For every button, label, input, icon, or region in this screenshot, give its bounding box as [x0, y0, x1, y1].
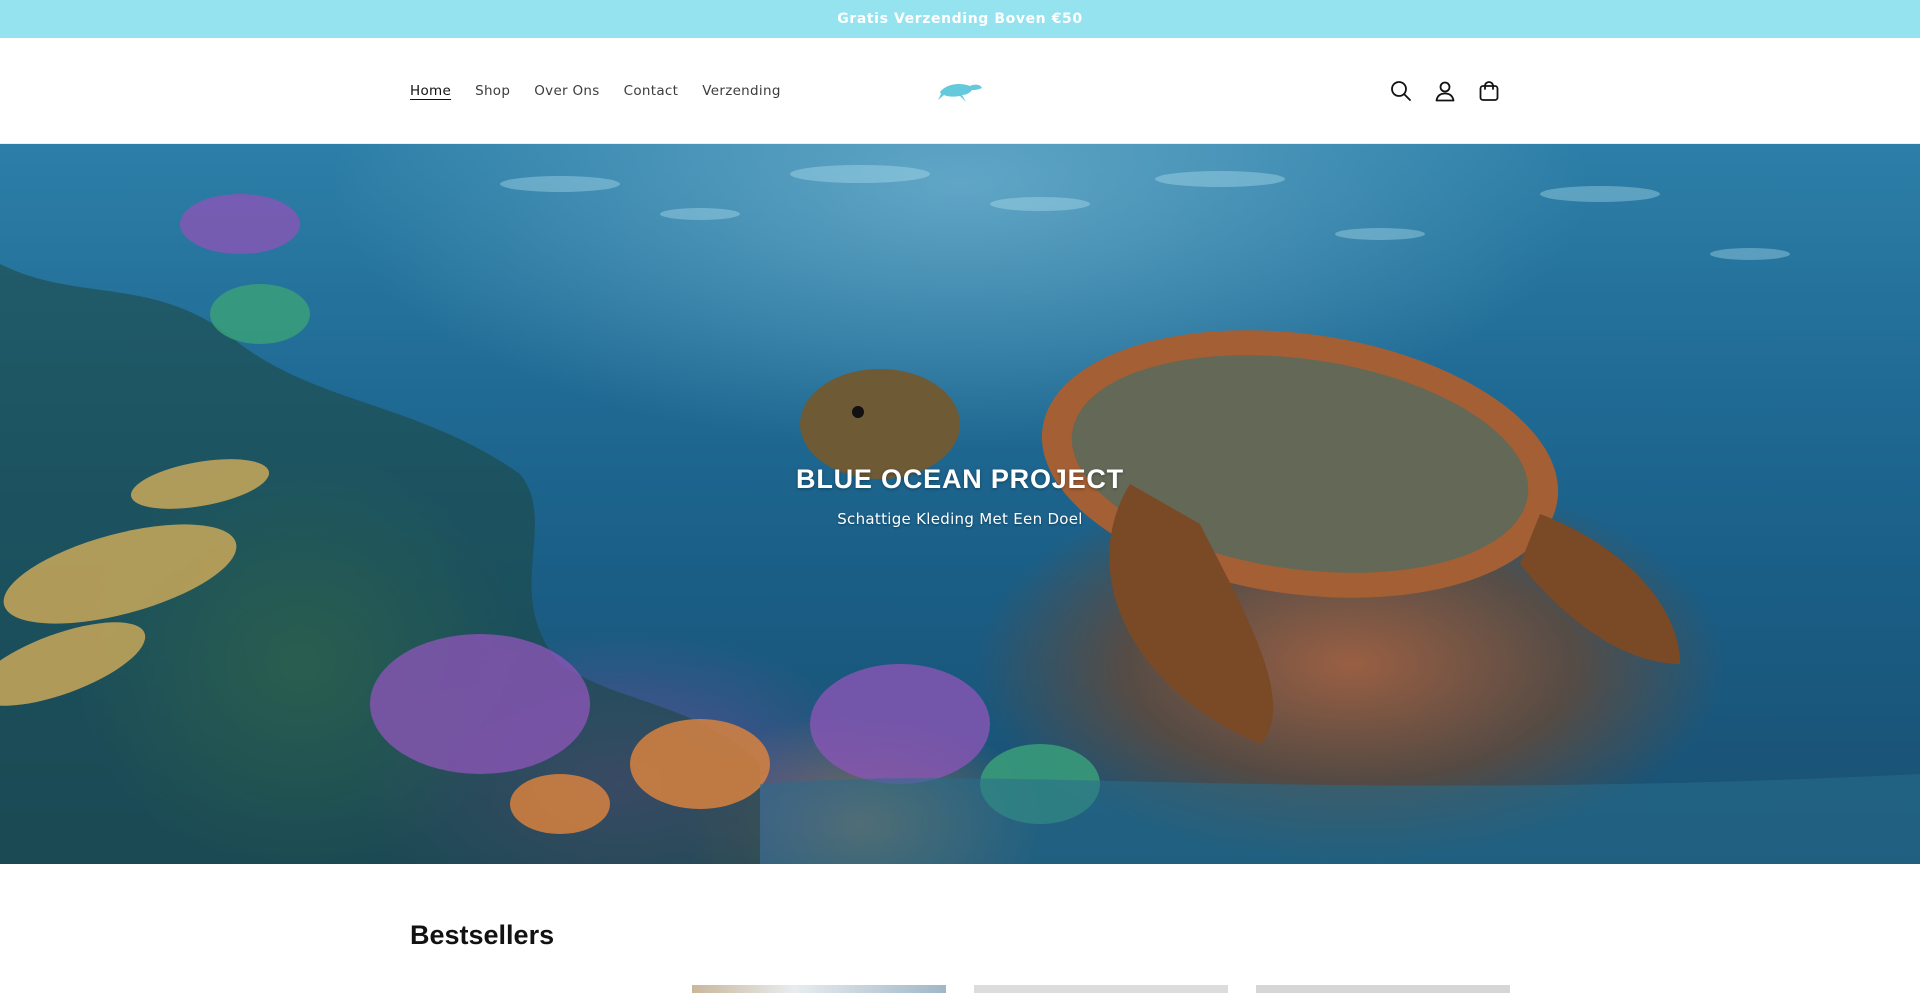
nav-verzending[interactable]: Verzending — [702, 83, 780, 99]
hero-title: BLUE OCEAN PROJECT — [796, 464, 1124, 494]
nav-contact[interactable]: Contact — [624, 83, 679, 99]
nav-home[interactable]: Home — [410, 83, 451, 99]
product-card[interactable] — [692, 985, 946, 993]
product-card[interactable] — [974, 985, 1228, 993]
search-icon[interactable] — [1388, 78, 1414, 104]
product-card[interactable] — [1256, 985, 1510, 993]
hero-text: BLUE OCEAN PROJECT Schattige Kleding Met… — [0, 464, 1920, 528]
main-nav: Home Shop Over Ons Contact Verzending — [410, 38, 781, 143]
nav-over-ons[interactable]: Over Ons — [534, 83, 599, 99]
header-icons — [1388, 38, 1502, 143]
nav-shop[interactable]: Shop — [475, 83, 510, 99]
turtle-logo-icon[interactable] — [936, 78, 984, 104]
bestsellers-heading: Bestsellers — [410, 920, 555, 950]
site-header: Home Shop Over Ons Contact Verzending — [0, 38, 1920, 144]
cart-icon[interactable] — [1476, 78, 1502, 104]
hero-subtitle: Schattige Kleding Met Een Doel — [837, 510, 1083, 528]
bestsellers-section: Bestsellers — [410, 920, 554, 951]
announcement-bar: Gratis Verzending Boven €50 — [0, 0, 1920, 38]
hero-banner: BLUE OCEAN PROJECT Schattige Kleding Met… — [0, 144, 1920, 864]
announcement-text: Gratis Verzending Boven €50 — [837, 11, 1083, 27]
account-icon[interactable] — [1432, 78, 1458, 104]
